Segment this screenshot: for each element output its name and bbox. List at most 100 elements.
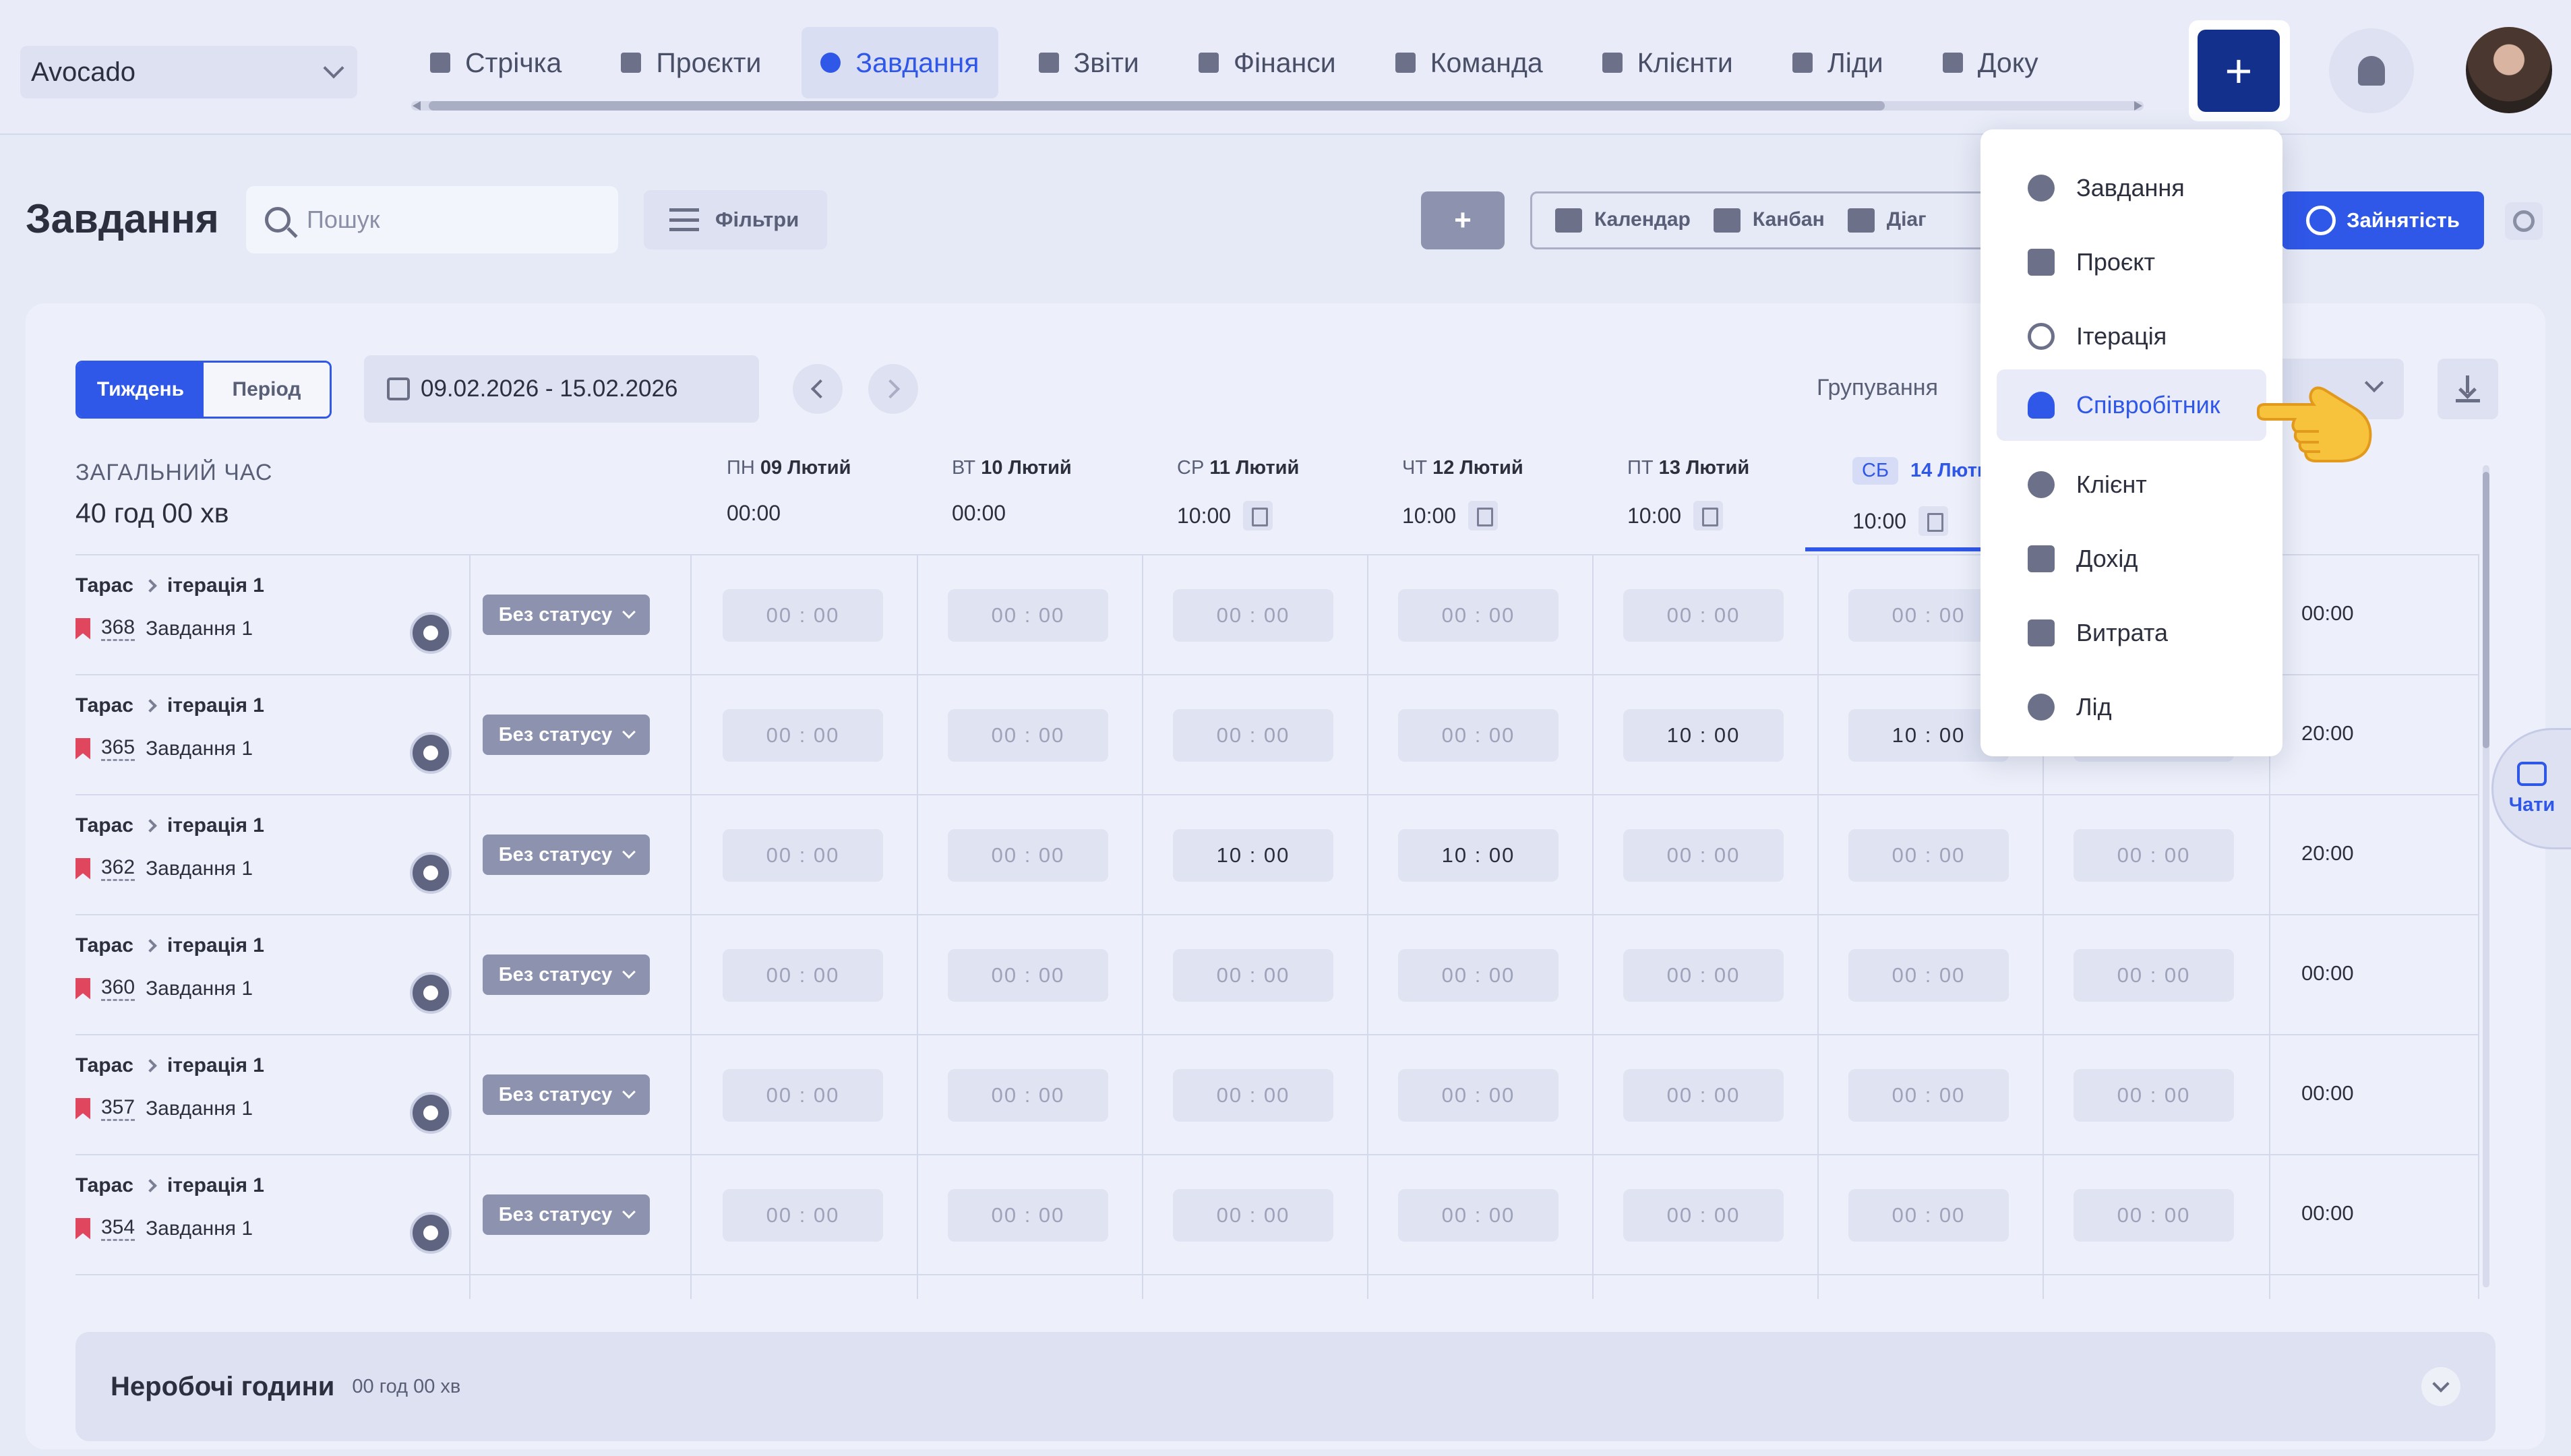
time-cell[interactable]: 00 : 00 [1848, 1189, 2009, 1242]
note-icon[interactable] [1918, 506, 1949, 536]
nav-item-projects[interactable]: Проєкти [602, 27, 780, 98]
time-cell[interactable]: 00 : 00 [723, 1189, 883, 1242]
note-icon[interactable] [1693, 501, 1724, 530]
settings-button[interactable] [2505, 202, 2543, 240]
search-input[interactable] [307, 206, 603, 234]
table-scrollbar-thumb[interactable] [2483, 472, 2489, 748]
non-working-hours-panel[interactable]: Неробочі години 00 год 00 хв [75, 1332, 2496, 1441]
next-week-button[interactable] [868, 364, 918, 414]
assignee-avatar[interactable] [410, 612, 452, 654]
time-cell[interactable]: 00 : 00 [723, 949, 883, 1002]
time-cell[interactable]: 00 : 00 [1623, 1189, 1784, 1242]
status-dropdown[interactable]: Без статусу [483, 595, 650, 635]
notifications-button[interactable] [2329, 28, 2414, 113]
date-range-picker[interactable]: 09.02.2026 - 15.02.2026 [364, 355, 759, 423]
add-task-button[interactable]: + [1421, 191, 1505, 249]
assignee-avatar[interactable] [410, 1212, 452, 1254]
time-cell[interactable]: 00 : 00 [723, 589, 883, 642]
task-title[interactable]: 357 Завдання 1 [75, 1096, 253, 1121]
time-cell[interactable]: 00 : 00 [948, 949, 1108, 1002]
scroll-right-icon[interactable] [2134, 101, 2142, 111]
create-menu-item-project[interactable]: Проєкт [1997, 226, 2266, 298]
nav-item-team[interactable]: Команда [1377, 27, 1562, 98]
task-breadcrumb[interactable]: Тарас ітерація 1 [75, 694, 264, 717]
create-menu-item-lead[interactable]: Лід [1997, 671, 2266, 743]
view-diagram[interactable]: Діаг [1847, 208, 1927, 233]
note-icon[interactable] [1468, 501, 1499, 530]
period-week-button[interactable]: Тиждень [78, 363, 204, 417]
time-cell[interactable]: 00 : 00 [1848, 949, 2009, 1002]
task-number[interactable]: 368 [101, 616, 135, 641]
prev-week-button[interactable] [793, 364, 843, 414]
time-cell[interactable]: 00 : 00 [1623, 829, 1784, 882]
view-kanban[interactable]: Канбан [1713, 208, 1825, 233]
view-calendar[interactable]: Календар [1555, 208, 1691, 233]
create-new-button[interactable]: + [2198, 30, 2280, 112]
time-cell[interactable]: 00 : 00 [948, 1189, 1108, 1242]
status-dropdown[interactable]: Без статусу [483, 1074, 650, 1115]
assignee-avatar[interactable] [410, 732, 452, 774]
task-number[interactable]: 354 [101, 1216, 135, 1241]
time-cell[interactable]: 00 : 00 [1623, 589, 1784, 642]
time-cell[interactable]: 10 : 00 [1398, 829, 1559, 882]
user-avatar[interactable] [2466, 27, 2552, 113]
chevron-down-icon[interactable] [2421, 1367, 2460, 1406]
assignee-avatar[interactable] [410, 852, 452, 894]
scroll-left-icon[interactable] [413, 101, 421, 111]
time-cell[interactable]: 00 : 00 [1398, 589, 1559, 642]
task-breadcrumb[interactable]: Тарас ітерація 1 [75, 1054, 264, 1077]
create-menu-item-task[interactable]: Завдання [1997, 152, 2266, 224]
task-title[interactable]: 354 Завдання 1 [75, 1216, 253, 1241]
time-cell[interactable]: 00 : 00 [2074, 1069, 2234, 1122]
task-number[interactable]: 362 [101, 856, 135, 881]
nav-item-docs[interactable]: Доку [1924, 27, 2057, 98]
time-cell[interactable]: 00 : 00 [1173, 949, 1333, 1002]
status-dropdown[interactable]: Без статусу [483, 835, 650, 875]
time-cell[interactable]: 00 : 00 [723, 1069, 883, 1122]
nav-item-tasks[interactable]: Завдання [801, 27, 998, 98]
nav-item-finance[interactable]: Фінанси [1180, 27, 1355, 98]
task-title[interactable]: 368 Завдання 1 [75, 616, 253, 641]
time-cell[interactable]: 00 : 00 [1173, 709, 1333, 762]
time-cell[interactable]: 00 : 00 [2074, 829, 2234, 882]
task-breadcrumb[interactable]: Тарас ітерація 1 [75, 574, 264, 597]
nav-item-reports[interactable]: Звіти [1020, 27, 1158, 98]
time-cell[interactable]: 00 : 00 [1173, 589, 1333, 642]
time-cell[interactable]: 00 : 00 [948, 709, 1108, 762]
assignee-avatar[interactable] [410, 972, 452, 1014]
time-cell[interactable]: 00 : 00 [1398, 709, 1559, 762]
nav-item-leads[interactable]: Ліди [1774, 27, 1902, 98]
time-cell[interactable]: 00 : 00 [2074, 949, 2234, 1002]
nav-item-clients[interactable]: Клієнти [1583, 27, 1752, 98]
task-title[interactable]: 360 Завдання 1 [75, 976, 253, 1001]
time-cell[interactable]: 00 : 00 [2074, 1189, 2234, 1242]
time-cell[interactable]: 00 : 00 [723, 829, 883, 882]
task-breadcrumb[interactable]: Тарас ітерація 1 [75, 814, 264, 837]
filters-button[interactable]: Фільтри [644, 190, 827, 249]
time-cell[interactable]: 00 : 00 [1398, 1069, 1559, 1122]
time-cell[interactable]: 00 : 00 [723, 709, 883, 762]
time-cell[interactable]: 00 : 00 [1173, 1069, 1333, 1122]
nav-item-feed[interactable]: Стрічка [411, 27, 580, 98]
time-cell[interactable]: 00 : 00 [1623, 1069, 1784, 1122]
time-cell[interactable]: 00 : 00 [1398, 1189, 1559, 1242]
time-cell[interactable]: 00 : 00 [1398, 949, 1559, 1002]
status-dropdown[interactable]: Без статусу [483, 1194, 650, 1235]
time-cell[interactable]: 10 : 00 [1173, 829, 1333, 882]
time-cell[interactable]: 00 : 00 [948, 1069, 1108, 1122]
workspace-selector[interactable]: Avocado [20, 46, 357, 98]
period-range-button[interactable]: Період [204, 363, 330, 417]
task-title[interactable]: 365 Завдання 1 [75, 736, 253, 761]
time-cell[interactable]: 00 : 00 [1848, 1069, 2009, 1122]
download-button[interactable] [2438, 359, 2498, 419]
status-dropdown[interactable]: Без статусу [483, 954, 650, 995]
time-cell[interactable]: 00 : 00 [948, 829, 1108, 882]
task-title[interactable]: 362 Завдання 1 [75, 856, 253, 881]
task-number[interactable]: 357 [101, 1096, 135, 1121]
note-icon[interactable] [1243, 501, 1273, 530]
status-dropdown[interactable]: Без статусу [483, 715, 650, 755]
create-menu-item-client[interactable]: Клієнт [1997, 449, 2266, 520]
time-cell[interactable]: 00 : 00 [1623, 949, 1784, 1002]
create-menu-item-expense[interactable]: Витрата [1997, 597, 2266, 669]
time-cell[interactable]: 00 : 00 [1848, 829, 2009, 882]
